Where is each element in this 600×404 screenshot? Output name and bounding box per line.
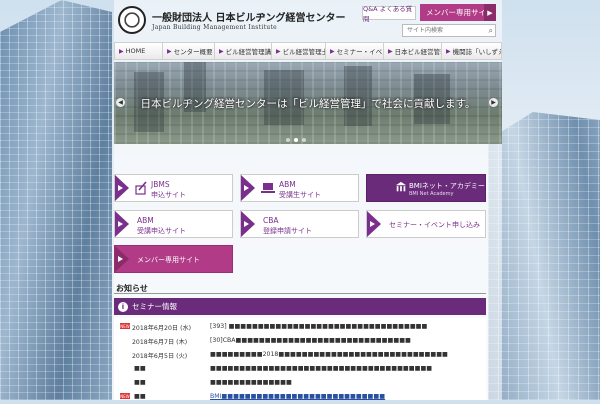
tile-sublabel: BMI Net Academy: [409, 191, 454, 197]
member-site-tile[interactable]: メンバー専用サイト: [114, 245, 233, 273]
search-input[interactable]: [403, 25, 485, 36]
tile-sublabel: 登録申請サイト: [263, 227, 312, 235]
tile-label: CBA: [263, 216, 279, 225]
tile-label: セミナー・イベント申し込み: [389, 221, 480, 229]
seminar-info-header: i セミナー情報: [114, 298, 486, 315]
news-date: ■■: [134, 379, 146, 386]
seminar-info-label: セミナー情報: [132, 302, 177, 311]
new-badge: NEW: [120, 393, 130, 399]
nav-association[interactable]: ▶日本ビル経営管理士会: [384, 43, 442, 59]
play-icon: [118, 185, 123, 191]
play-icon: [244, 221, 249, 227]
jbms-tile[interactable]: JBMS 申込サイト: [114, 174, 233, 202]
news-date: ■■: [134, 393, 146, 400]
abm-student-tile[interactable]: ABM 受講生サイト: [240, 174, 359, 202]
list-item[interactable]: 2018年6月7日 (木) [30]CBA■■■■■■■■■■■■■■■■■■■…: [114, 336, 486, 348]
list-item[interactable]: ■■ ■■■■■■■■■■■■■■: [114, 378, 486, 390]
org-name-english: Japan Building Management Institute: [152, 24, 278, 31]
play-icon: [244, 185, 249, 191]
nav-label: センター概要: [173, 48, 213, 56]
nav-journal[interactable]: ▶機関誌「いしずえ」: [442, 43, 501, 59]
page-container: 一般財団法人 日本ビルヂング経営センター Japan Building Mana…: [114, 0, 502, 400]
hero-caption: 日本ビルヂング経営センターは「ビル経営管理」で社会に貢献します。: [140, 98, 476, 110]
list-item[interactable]: NEW ■■ BMI■■■■■■■■■■■■■■■■■■■■■■■■■■■■: [114, 392, 486, 404]
logo-icon[interactable]: [118, 6, 146, 34]
abm-apply-tile[interactable]: ABM 受講申込サイト: [114, 210, 233, 238]
chevron-right-icon: ▶: [330, 47, 335, 55]
member-site-button[interactable]: メンバー専用サイト ▶: [420, 4, 496, 21]
nav-course[interactable]: ▶ビル経営管理講座: [215, 43, 272, 59]
tile-label: メンバー専用サイト: [137, 256, 200, 264]
news-list: NEW 2018年6月20日 (水) [393] ■■■■■■■■■■■■■■■…: [114, 318, 486, 400]
nav-label: ビル経営管理講座: [225, 48, 272, 56]
news-link[interactable]: BMI■■■■■■■■■■■■■■■■■■■■■■■■■■■■: [210, 393, 480, 400]
news-date: 2018年6月7日 (木): [132, 339, 188, 346]
nav-home[interactable]: ▶ HOME: [115, 43, 163, 59]
chevron-right-icon: ▶: [446, 47, 451, 55]
chevron-right-icon: ▶: [119, 47, 124, 55]
play-icon: [118, 221, 123, 227]
info-icon: i: [118, 301, 128, 312]
pen-icon: [135, 181, 147, 195]
tile-sublabel: 受講生サイト: [279, 191, 321, 199]
global-nav: ▶HOME ▶センター概要 ▶ビル経営管理講座 ▶ビル経営管理士 ▶セミナー・イ…: [114, 42, 502, 60]
nav-manager[interactable]: ▶ ビル経営管理士: [272, 43, 326, 59]
nav-seminar[interactable]: ▶セミナー・イベント: [326, 43, 384, 59]
nav-label: 機関誌「いしずえ」: [452, 48, 501, 56]
site-search: ⌕: [402, 24, 496, 37]
news-text[interactable]: ■■■■■■■■■■■■■■: [210, 379, 480, 386]
news-text[interactable]: ■■■■■■■■■■■■■■■■■■■■■■■■■■■■■■■■■■■■■■: [210, 365, 480, 372]
tile-label: JBMS: [151, 180, 170, 189]
slide-dot[interactable]: [294, 138, 298, 142]
tile-label: ABM: [279, 180, 296, 189]
slide-dot[interactable]: [302, 138, 306, 142]
news-date: 2018年6月5日 (火): [132, 353, 188, 360]
seminar-apply-tile[interactable]: セミナー・イベント申し込み: [366, 210, 486, 238]
nav-about[interactable]: ▶ センター概要: [163, 43, 215, 59]
list-item[interactable]: NEW 2018年6月20日 (水) [393] ■■■■■■■■■■■■■■■…: [114, 322, 486, 334]
chevron-right-icon: ▶: [276, 47, 281, 55]
list-item[interactable]: 2018年6月5日 (火) ■■■■■■■■■2018■■■■■■■■■■■■■…: [114, 350, 486, 362]
new-badge: NEW: [120, 323, 130, 329]
nav-label: 日本ビル経営管理士会: [394, 48, 441, 56]
qa-button[interactable]: Q&A よくある質問: [362, 5, 416, 23]
tile-sublabel: 申込サイト: [151, 191, 186, 199]
left-building-decoration: [0, 0, 112, 400]
laptop-icon: [261, 183, 275, 193]
news-date: ■■: [134, 365, 146, 372]
nav-label: HOME: [125, 47, 146, 55]
site-header: 一般財団法人 日本ビルヂング経営センター Japan Building Mana…: [114, 0, 502, 40]
tile-label: ABM: [137, 216, 154, 225]
news-text[interactable]: [30]CBA■■■■■■■■■■■■■■■■■■■■■■■■■■■■■■: [210, 337, 480, 344]
tile-sublabel: 受講申込サイト: [137, 227, 186, 235]
building-icon: [395, 181, 407, 192]
chevron-right-icon: ▶: [388, 47, 393, 55]
hero-slider[interactable]: ◀ 日本ビルヂング経営センターは「ビル経営管理」で社会に貢献します。 ▶: [114, 62, 502, 144]
cba-tile[interactable]: CBA 登録申請サイト: [240, 210, 359, 238]
play-icon: [370, 221, 375, 227]
bmi-net-academy-tile[interactable]: BMIネット・アカデミー BMI Net Academy: [366, 174, 486, 202]
play-icon: [118, 256, 123, 262]
news-date: 2018年6月20日 (水): [132, 325, 192, 332]
news-text[interactable]: ■■■■■■■■■2018■■■■■■■■■■■■■■■■■■■■■■■■■■■…: [210, 351, 480, 358]
search-icon[interactable]: ⌕: [489, 26, 493, 36]
chevron-right-icon: ▶: [167, 47, 172, 55]
nav-label: セミナー・イベント: [336, 48, 383, 56]
nav-label: ビル経営管理士: [282, 48, 326, 56]
right-building-decoration: [488, 112, 600, 400]
chevron-right-icon[interactable]: ▶: [489, 98, 498, 107]
org-name: 一般財団法人 日本ビルヂング経営センター: [152, 13, 346, 24]
chevron-right-icon: ▶: [219, 47, 224, 55]
chevron-right-icon: ▶: [484, 4, 496, 21]
tile-label: BMIネット・アカデミー: [409, 182, 485, 190]
slide-dot[interactable]: [286, 138, 290, 142]
list-item[interactable]: ■■ ■■■■■■■■■■■■■■■■■■■■■■■■■■■■■■■■■■■■■…: [114, 364, 486, 376]
news-text[interactable]: [393] ■■■■■■■■■■■■■■■■■■■■■■■■■■■■■■■■■■: [210, 323, 480, 330]
divider: [114, 293, 486, 294]
